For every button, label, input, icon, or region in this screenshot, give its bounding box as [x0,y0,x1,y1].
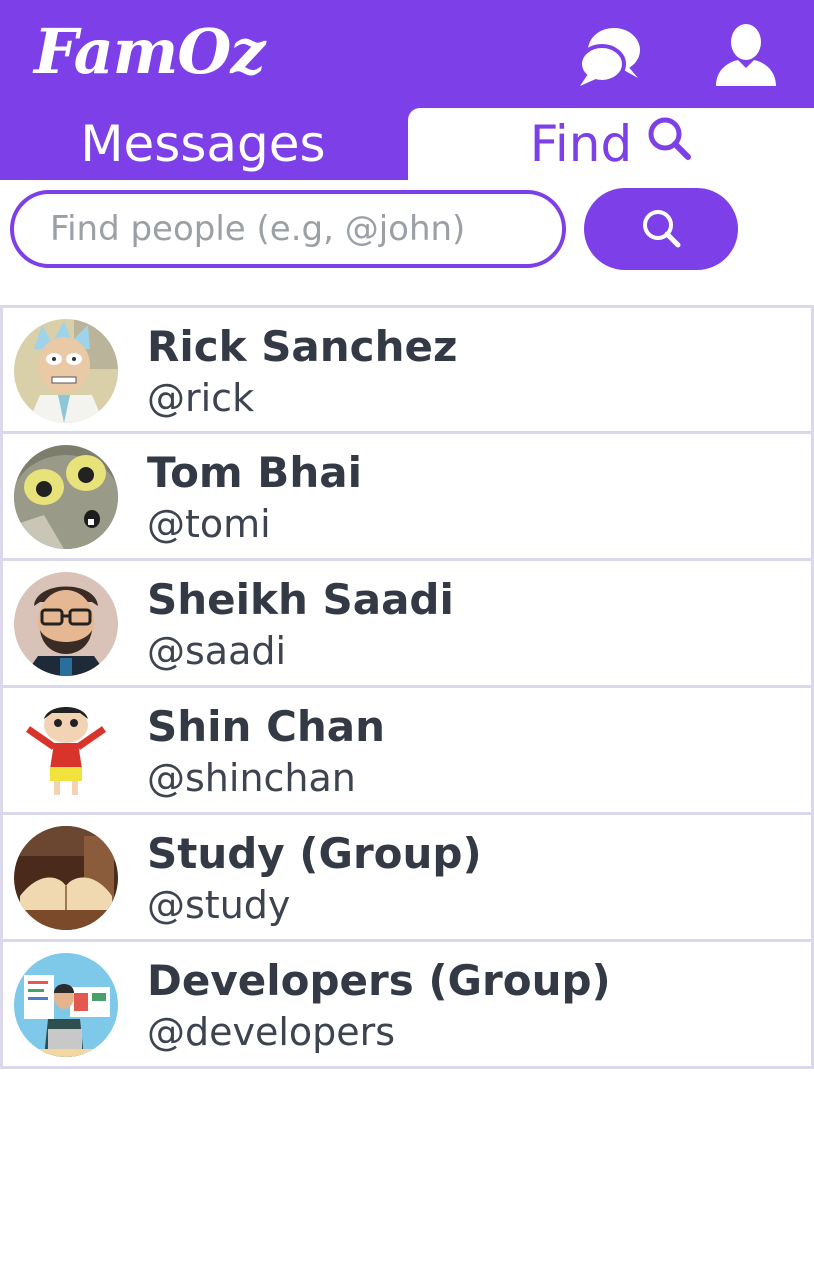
tab-messages[interactable]: Messages [0,108,406,180]
list-item[interactable]: Shin Chan @shinchan [0,688,814,815]
saadi-avatar [14,572,118,676]
person-name: Rick Sanchez [147,322,458,371]
tom-avatar [14,445,118,549]
rick-avatar [14,319,118,423]
person-handle: @developers [147,1010,396,1054]
people-list: Rick Sanchez @rick Tom Bhai @tomi Sheikh… [0,305,814,1069]
list-item[interactable]: Study (Group) @study [0,815,814,942]
person-name: Developers (Group) [147,956,611,1005]
find-people-input[interactable] [10,190,566,268]
app-header: FamOz Messages Find [0,0,814,180]
person-handle: @tomi [147,502,271,546]
search-button[interactable] [584,188,738,270]
developers-avatar [14,953,118,1057]
person-handle: @saadi [147,629,287,673]
chat-bubbles-icon[interactable] [576,20,648,92]
person-handle: @rick [147,376,255,420]
tab-find[interactable]: Find [408,108,814,180]
person-handle: @shinchan [147,756,356,800]
list-item[interactable]: Developers (Group) @developers [0,942,814,1069]
person-name: Tom Bhai [147,448,362,497]
user-profile-icon[interactable] [710,20,782,92]
person-name: Study (Group) [147,829,482,878]
study-avatar [14,826,118,930]
tab-find-label: Find [529,115,633,173]
list-item[interactable]: Tom Bhai @tomi [0,434,814,561]
list-item[interactable]: Sheikh Saadi @saadi [0,561,814,688]
search-icon [640,207,682,252]
person-name: Sheikh Saadi [147,575,454,624]
person-name: Shin Chan [147,702,386,751]
search-icon [646,108,692,180]
shinchan-avatar [14,699,118,803]
list-item[interactable]: Rick Sanchez @rick [0,305,814,434]
app-logo: FamOz [34,15,266,88]
person-handle: @study [147,883,291,927]
tab-messages-label: Messages [80,115,326,173]
search-bar [0,180,814,290]
